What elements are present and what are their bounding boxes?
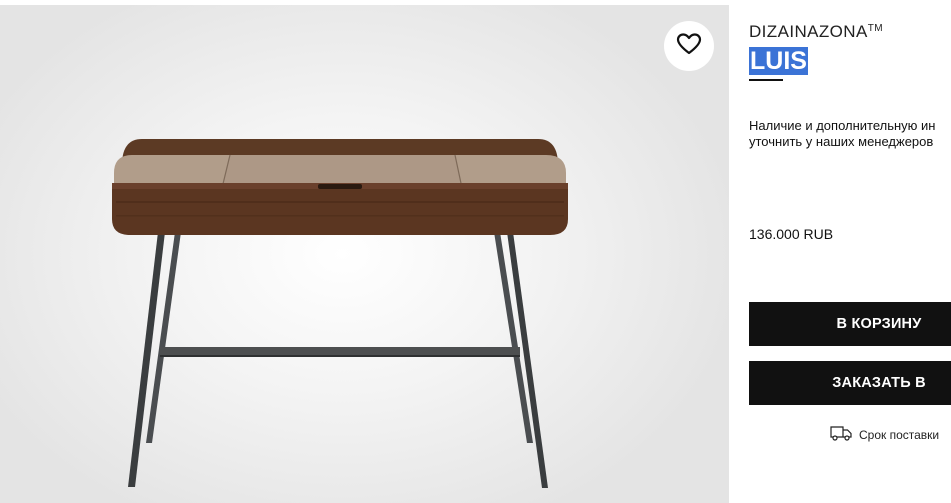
product-info-panel: DIZAINAZONATM LUIS Наличие и дополнитель… xyxy=(749,0,951,503)
order-button[interactable]: ЗАКАЗАТЬ В xyxy=(749,361,951,405)
brand-name[interactable]: DIZAINAZONATM xyxy=(749,22,883,42)
trademark: TM xyxy=(867,23,883,34)
delivery-info: Срок поставки xyxy=(830,425,939,444)
favorite-button[interactable] xyxy=(664,21,714,71)
availability-line-2: уточнить у наших менеджеров xyxy=(749,134,934,149)
product-title: LUIS xyxy=(749,47,808,75)
product-image-gallery[interactable] xyxy=(0,5,729,503)
truck-icon xyxy=(830,425,852,444)
product-price: 136.000 RUB xyxy=(749,226,834,242)
availability-note: Наличие и дополнительную ин уточнить у н… xyxy=(749,118,951,150)
product-image xyxy=(112,139,568,488)
add-to-cart-button[interactable]: В КОРЗИНУ xyxy=(749,302,951,346)
brand-label: DIZAINAZONA xyxy=(749,22,868,41)
title-divider xyxy=(749,79,783,81)
delivery-label: Срок поставки xyxy=(859,427,940,442)
heart-icon xyxy=(676,32,702,61)
availability-line-1: Наличие и дополнительную ин xyxy=(749,118,936,133)
